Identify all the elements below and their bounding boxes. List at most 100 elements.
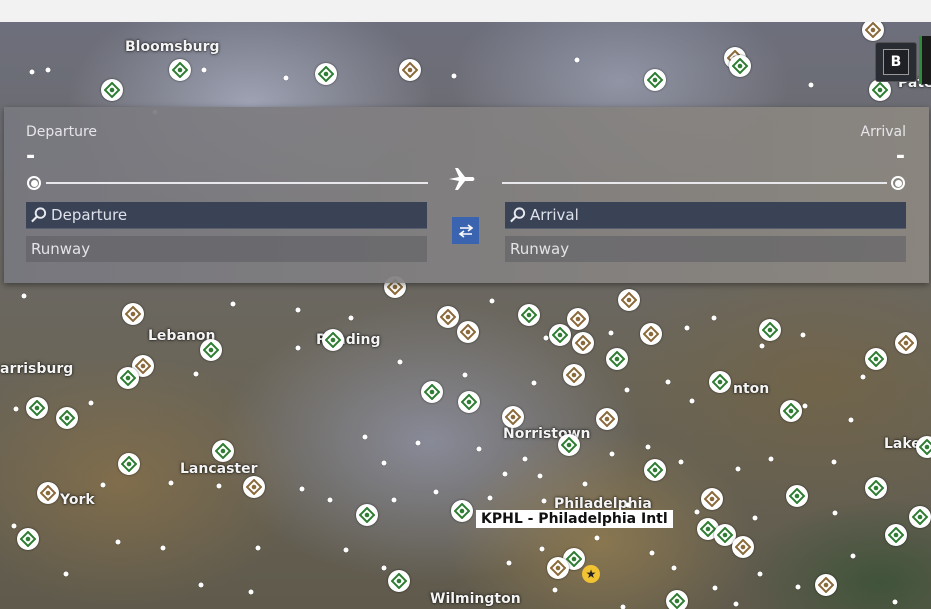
airfield-dot[interactable] [433, 489, 439, 495]
airfield-dot[interactable] [13, 406, 19, 412]
airfield-dot[interactable] [381, 565, 387, 571]
airport-marker-icon[interactable] [200, 339, 222, 361]
star-icon[interactable]: ★ [582, 565, 600, 583]
airfield-dot[interactable] [689, 398, 695, 404]
airfield-dot[interactable] [671, 565, 677, 571]
airfield-dot[interactable] [624, 387, 630, 393]
airfield-dot[interactable] [11, 523, 17, 529]
airport-marker-icon[interactable] [101, 79, 123, 101]
airport-marker-icon[interactable] [815, 574, 837, 596]
airport-marker-icon[interactable] [118, 453, 140, 475]
airfield-dot[interactable] [543, 335, 549, 341]
airfield-dot[interactable] [609, 451, 615, 457]
airport-marker-icon[interactable] [701, 488, 723, 510]
airport-marker-icon[interactable] [666, 590, 688, 609]
airfield-dot[interactable] [381, 460, 387, 466]
airport-marker-icon[interactable] [709, 371, 731, 393]
airfield-dot[interactable] [795, 584, 801, 590]
airport-marker-icon[interactable] [563, 364, 585, 386]
airport-marker-icon[interactable] [315, 63, 337, 85]
airport-marker-icon[interactable] [618, 289, 640, 311]
airfield-dot[interactable] [802, 403, 808, 409]
airport-marker-icon[interactable] [421, 381, 443, 403]
airfield-dot[interactable] [451, 73, 457, 79]
airport-marker-icon[interactable] [895, 332, 917, 354]
airfield-dot[interactable] [506, 560, 512, 566]
airfield-dot[interactable] [193, 371, 199, 377]
airport-marker-icon[interactable] [865, 348, 887, 370]
b-toggle-button[interactable]: B [875, 42, 917, 82]
airfield-dot[interactable] [645, 444, 651, 450]
departure-runway-select[interactable]: Runway [26, 236, 427, 262]
airfield-dot[interactable] [649, 550, 655, 556]
airfield-dot[interactable] [832, 510, 838, 516]
airport-marker-icon[interactable] [122, 303, 144, 325]
airfield-dot[interactable] [255, 545, 261, 551]
airfield-dot[interactable] [800, 332, 806, 338]
airport-marker-icon[interactable] [780, 400, 802, 422]
airport-marker-icon[interactable] [37, 482, 59, 504]
airport-marker-icon[interactable] [399, 59, 421, 81]
airport-marker-icon[interactable] [547, 557, 569, 579]
airfield-dot[interactable] [850, 553, 856, 559]
airfield-dot[interactable] [665, 379, 671, 385]
airfield-dot[interactable] [541, 498, 547, 504]
airfield-dot[interactable] [63, 571, 69, 577]
airfield-dot[interactable] [768, 456, 774, 462]
airfield-dot[interactable] [283, 75, 289, 81]
airport-marker-icon[interactable] [862, 22, 884, 41]
airfield-dot[interactable] [476, 446, 482, 452]
airfield-dot[interactable] [522, 456, 528, 462]
airport-marker-icon[interactable] [916, 436, 931, 458]
airfield-dot[interactable] [230, 301, 236, 307]
airfield-dot[interactable] [594, 535, 600, 541]
airfield-dot[interactable] [678, 459, 684, 465]
airport-marker-icon[interactable] [518, 304, 540, 326]
airport-marker-icon[interactable] [729, 55, 751, 77]
airfield-dot[interactable] [327, 497, 333, 503]
airfield-dot[interactable] [848, 417, 854, 423]
airfield-dot[interactable] [694, 509, 700, 515]
airfield-dot[interactable] [620, 604, 626, 609]
airfield-dot[interactable] [295, 307, 301, 313]
airfield-dot[interactable] [808, 82, 814, 88]
airfield-dot[interactable] [531, 380, 537, 386]
airport-marker-icon[interactable] [869, 79, 891, 101]
airfield-dot[interactable] [684, 325, 690, 331]
airfield-dot[interactable] [502, 471, 508, 477]
airport-marker-icon[interactable] [644, 69, 666, 91]
airport-marker-icon[interactable] [26, 397, 48, 419]
airfield-dot[interactable] [608, 330, 614, 336]
airfield-dot[interactable] [168, 480, 174, 486]
airport-marker-icon[interactable] [558, 434, 580, 456]
airfield-dot[interactable] [487, 495, 493, 501]
airfield-dot[interactable] [362, 434, 368, 440]
airport-marker-icon[interactable] [243, 476, 265, 498]
airport-marker-icon[interactable] [909, 506, 931, 528]
airfield-dot[interactable] [299, 486, 305, 492]
airport-marker-icon[interactable] [388, 570, 410, 592]
airfield-dot[interactable] [537, 473, 543, 479]
airport-marker-icon[interactable] [437, 306, 459, 328]
airfield-dot[interactable] [759, 343, 765, 349]
airfield-dot[interactable] [552, 587, 558, 593]
airport-marker-icon[interactable] [786, 485, 808, 507]
airfield-dot[interactable] [160, 545, 166, 551]
airport-marker-icon[interactable] [567, 308, 589, 330]
airfield-dot[interactable] [100, 482, 106, 488]
airfield-dot[interactable] [831, 459, 837, 465]
airport-marker-icon[interactable] [458, 391, 480, 413]
arrival-search-input[interactable] [526, 206, 906, 224]
airport-marker-icon[interactable] [169, 59, 191, 81]
airfield-dot[interactable] [415, 440, 421, 446]
airfield-dot[interactable] [860, 374, 866, 380]
airfield-dot[interactable] [391, 497, 397, 503]
swap-airports-button[interactable] [452, 217, 479, 244]
airport-marker-icon[interactable] [356, 504, 378, 526]
airport-marker-icon[interactable] [865, 477, 887, 499]
airfield-dot[interactable] [115, 539, 121, 545]
airfield-dot[interactable] [539, 546, 545, 552]
departure-search-field[interactable] [26, 202, 427, 229]
airfield-dot[interactable] [343, 547, 349, 553]
airfield-dot[interactable] [733, 601, 739, 607]
